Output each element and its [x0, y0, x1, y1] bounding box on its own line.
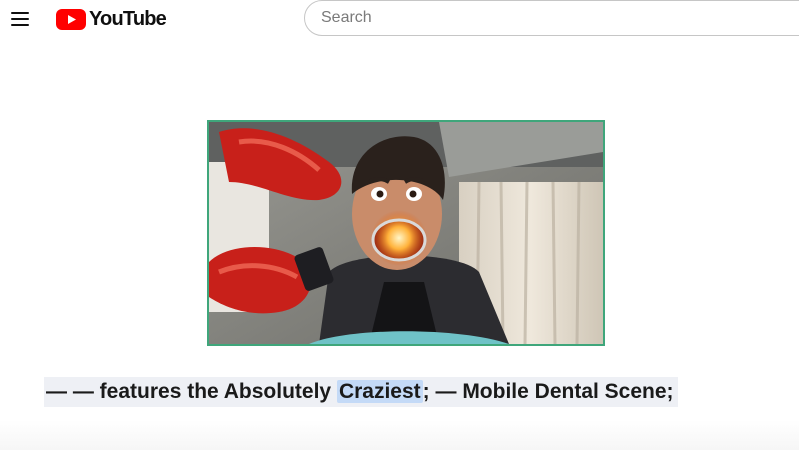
caption-part-after: ; — Mobile Dental Scene;	[422, 380, 674, 403]
top-bar: YouTube	[0, 0, 799, 38]
caption-highlight: Craziest	[336, 380, 423, 403]
page: YouTube Search — — features the Absolute…	[0, 0, 799, 450]
video-thumbnail[interactable]	[207, 120, 605, 346]
youtube-play-icon	[56, 8, 86, 30]
caption-part-before: — — features the Absolutely	[46, 380, 337, 403]
hamburger-menu-icon[interactable]	[10, 9, 32, 27]
search-input[interactable]	[304, 0, 799, 36]
logo-text: YouTube	[89, 8, 167, 30]
caption-text: — — features the Absolutely Craziest; — …	[44, 377, 678, 407]
thumbnail-image	[209, 122, 603, 344]
bottom-divider	[0, 420, 799, 450]
youtube-logo[interactable]: YouTube	[56, 8, 167, 30]
